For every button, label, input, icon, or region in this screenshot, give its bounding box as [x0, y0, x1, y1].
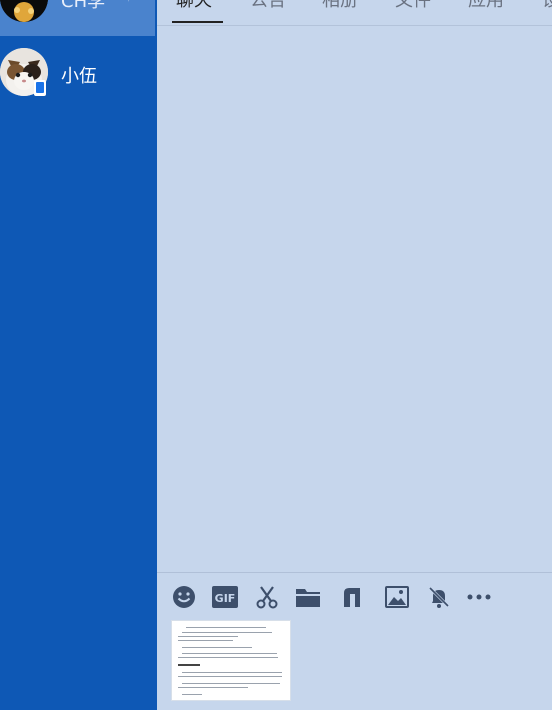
svg-text:GIF: GIF: [215, 592, 236, 605]
active-tab-indicator: [172, 21, 223, 23]
tab-settings[interactable]: 设: [542, 0, 552, 12]
contact-item-ch[interactable]: CH李 ✦: [0, 0, 155, 36]
gif-icon[interactable]: GIF: [212, 584, 238, 610]
chat-panel: 聊天 公告 相册 文件 应用 设 GIF: [157, 0, 552, 710]
bell-off-icon[interactable]: [426, 584, 452, 610]
contact-sidebar: CH李 ✦ 小伍: [0, 0, 157, 710]
contact-item-xiaowu[interactable]: 小伍: [0, 48, 155, 98]
group-avatar: [0, 0, 48, 22]
screenshot-icon[interactable]: [339, 584, 365, 610]
tab-apps[interactable]: 应用: [468, 0, 504, 12]
tab-announcement[interactable]: 公告: [250, 0, 286, 12]
mobile-device-icon: [34, 80, 46, 96]
emoji-icon[interactable]: [171, 584, 197, 610]
document-thumbnail[interactable]: [172, 621, 290, 700]
tab-files[interactable]: 文件: [395, 0, 431, 12]
composer-toolbar: GIF: [157, 580, 552, 614]
folder-icon[interactable]: [295, 584, 321, 610]
contact-name: 小伍: [61, 66, 97, 87]
message-area[interactable]: [157, 26, 552, 572]
scissors-icon[interactable]: [254, 584, 280, 610]
composer-divider: [157, 572, 552, 573]
tab-chat[interactable]: 聊天: [176, 0, 212, 12]
pin-icon: ✦: [122, 0, 135, 6]
contact-name: CH李: [61, 0, 106, 12]
tab-bar: 聊天 公告 相册 文件 应用 设: [157, 0, 552, 26]
tab-album[interactable]: 相册: [322, 0, 358, 12]
more-icon[interactable]: [466, 584, 492, 610]
image-icon[interactable]: [384, 584, 410, 610]
